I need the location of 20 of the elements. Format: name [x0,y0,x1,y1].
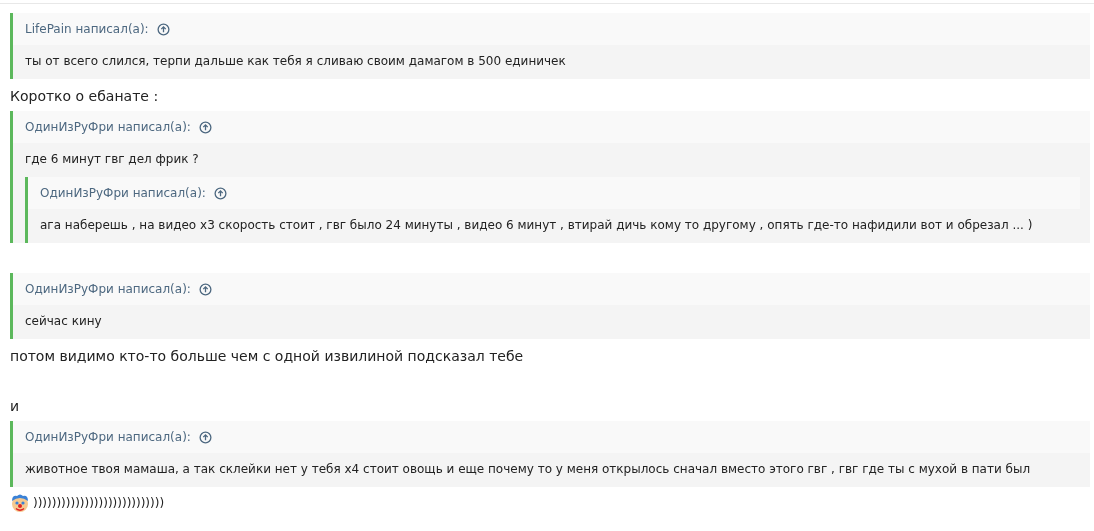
quote-text: где 6 минут гвг дел фрик ? [24,151,200,168]
quote-text: животное твоя мамаша, а так склейки нет у тебя х4 стоит овощь и еще почему то у меня открылось сначал вместо этого гвг , гвг где ты с мухой в пати был [24,461,1032,478]
post-text: и [10,397,21,415]
jump-up-icon[interactable] [213,186,227,200]
post-text: потом видимо кто-то больше чем с одной извилиной подсказал тебе [10,347,525,365]
jump-up-icon[interactable] [198,120,212,134]
quote-author-link[interactable]: ОдинИзРуФри написал(а): [25,282,191,296]
quote-text: ага наберешь , на видео х3 скорость стоит , гвг было 24 минуты , видео 6 минут , втирай дичь кому то другому , опять где-то нафидили вот и обрезал ... ) [39,217,1034,234]
quote-text: ты от всего слился, терпи дальше как тебя я сливаю своим дамагом в 500 единичек [24,53,567,70]
quote-author-link[interactable]: ОдинИзРуФри написал(а): [40,186,206,200]
quote-author-link[interactable]: ОдинИзРуФри написал(а): [25,430,191,444]
jump-up-icon[interactable] [198,430,212,444]
post-text: )))))))))))))))))))))))))))) [33,496,165,510]
quote-author-link[interactable]: ОдинИзРуФри написал(а): [25,120,191,134]
jump-up-icon[interactable] [198,282,212,296]
post-text: Коротко о ебанате : [10,87,160,105]
clown-face-icon [10,493,30,513]
quote-author-link[interactable]: LifePain написал(а): [25,22,149,36]
quote-text: сейчас кину [24,313,103,330]
jump-up-icon[interactable] [156,22,170,36]
